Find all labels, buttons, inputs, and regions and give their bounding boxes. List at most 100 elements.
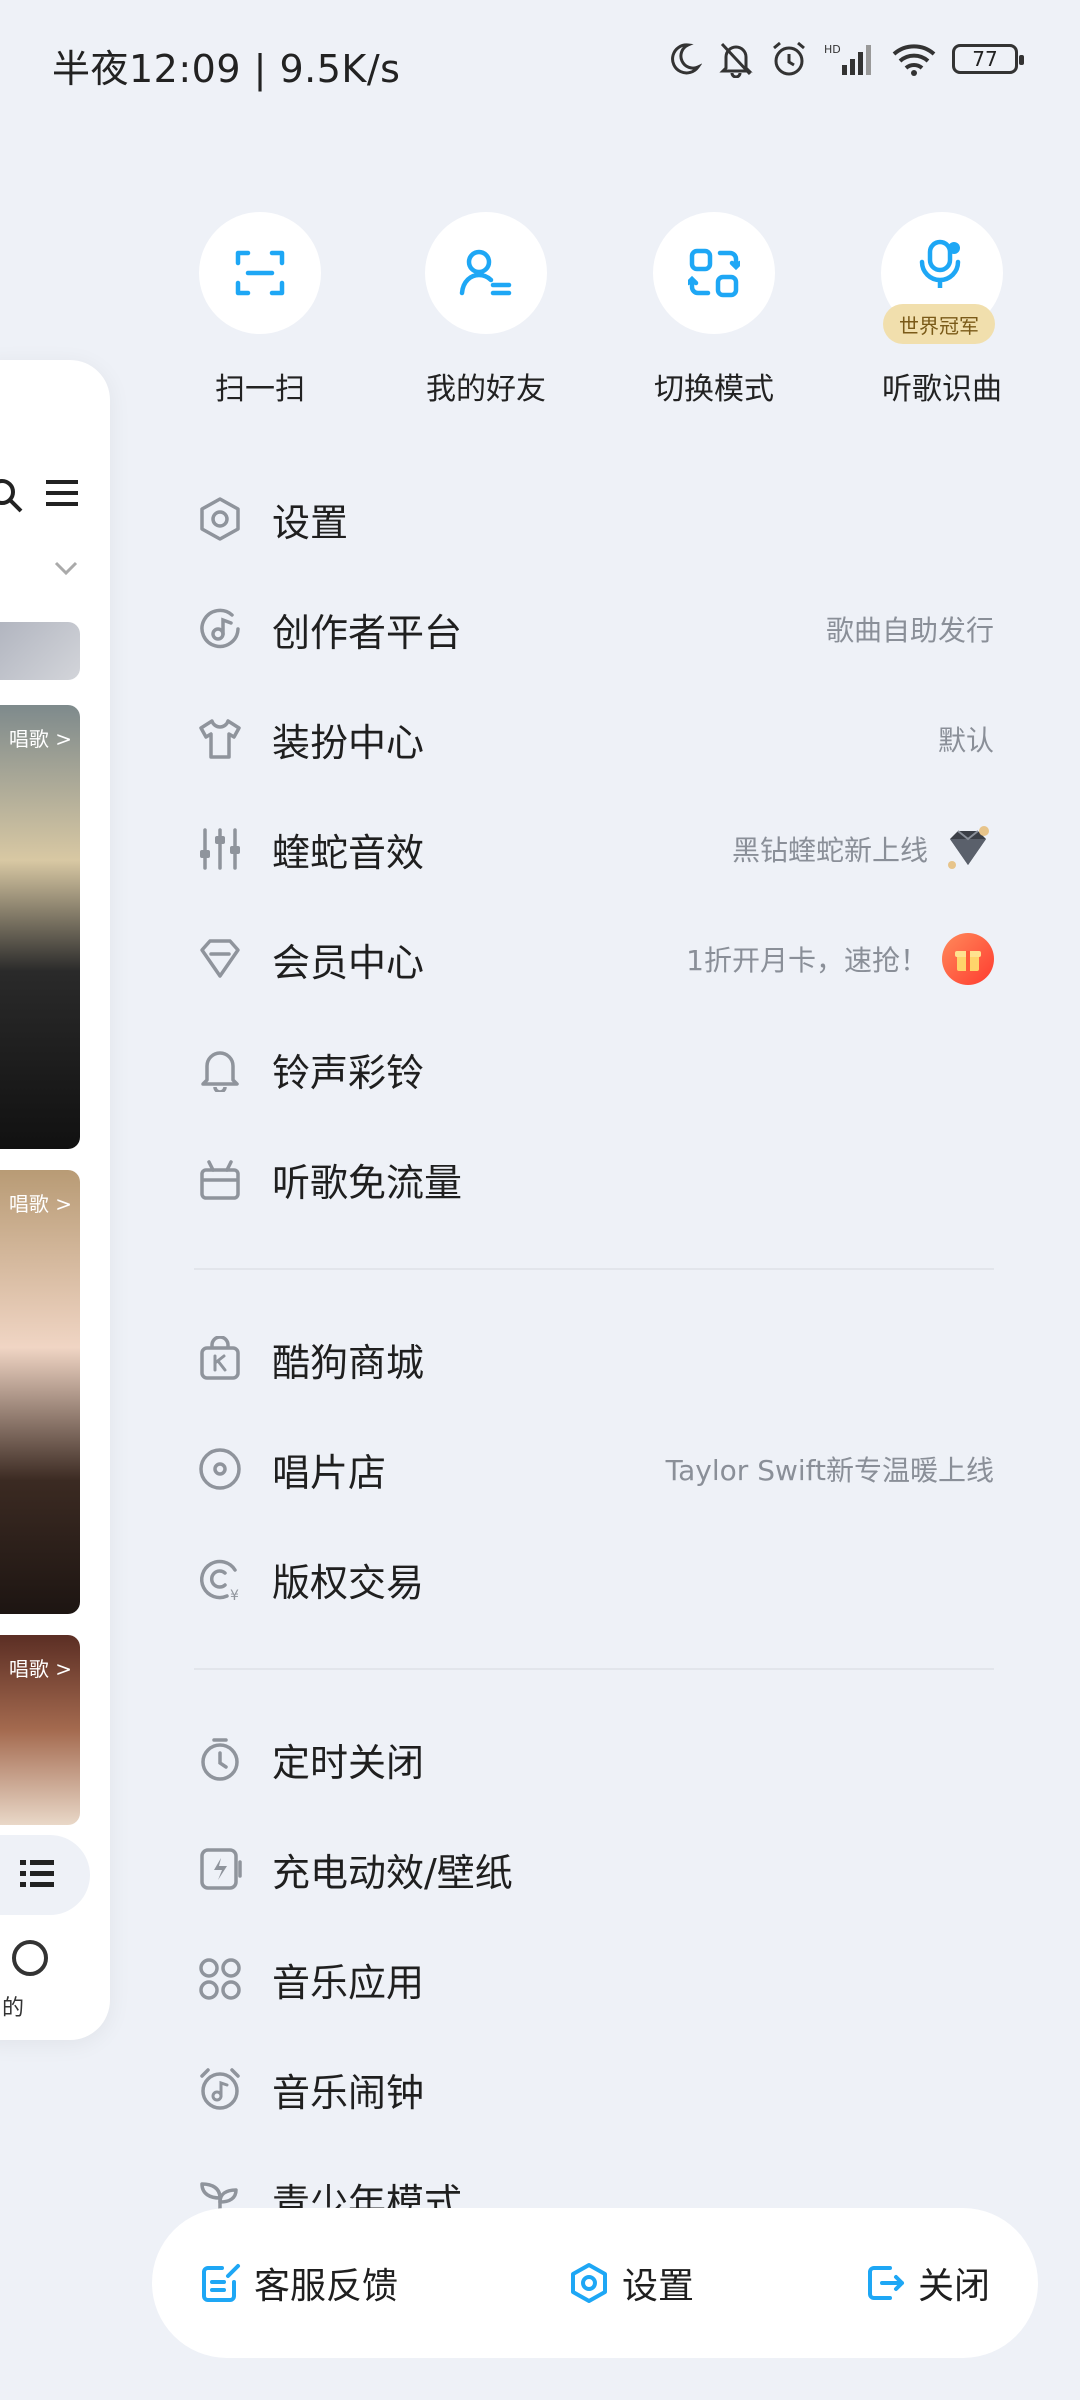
sing-tag: 唱歌 > (8, 1657, 72, 1681)
menu-item-charging-wallpaper[interactable]: 充电动效/壁纸 (194, 1814, 994, 1924)
settings-icon (200, 497, 240, 541)
status-time-speed: 半夜12:09 | 9.5K/s (52, 47, 401, 91)
menu-label: 设置 (272, 500, 349, 545)
status-bar: 半夜12:09 | 9.5K/s HD 77 (0, 0, 1080, 130)
menu-hint: 黑钻蝰蛇新上线 (731, 834, 928, 867)
menu-hint: 默认 (937, 724, 994, 757)
exit-icon (867, 2266, 904, 2300)
settings-button[interactable]: 设置 (568, 2257, 694, 2309)
menu-icon (46, 480, 78, 506)
menu-item-ringtone[interactable]: 铃声彩铃 (194, 1014, 994, 1124)
quick-action-friends[interactable]: 我的好友 (396, 212, 576, 408)
vip-diamond-icon (200, 939, 240, 978)
feedback-label: 客服反馈 (254, 2266, 399, 2307)
menu-label: 版权交易 (272, 1560, 425, 1605)
menu-item-record-store[interactable]: 唱片店 Taylor Swift新专温暖上线 (194, 1414, 994, 1524)
menu-hint: Taylor Swift新专温暖上线 (665, 1454, 994, 1487)
menu-item-vip-center[interactable]: 会员中心 1折开月卡，速抢！ (194, 904, 994, 1014)
menu-item-theme-center[interactable]: 装扮中心 默认 (194, 684, 994, 794)
bell-off-icon (719, 42, 753, 78)
creator-icon (200, 608, 240, 649)
menu-label: 听歌免流量 (272, 1160, 463, 1205)
gift-box-icon (200, 1160, 240, 1200)
bell-icon (201, 1051, 239, 1092)
menu-item-sleep-timer[interactable]: 定时关闭 (194, 1704, 994, 1814)
quick-action-label: 扫一扫 (215, 372, 305, 407)
battery-icon: 77 (952, 44, 1024, 74)
quick-action-circle[interactable] (425, 212, 547, 334)
menu-label: 充电动效/壁纸 (272, 1850, 513, 1895)
menu-label: 音乐应用 (272, 1960, 425, 2005)
menu-item-sound-effects[interactable]: 蝰蛇音效 黑钻蝰蛇新上线 (194, 794, 994, 904)
menu-label: 酷狗商城 (272, 1340, 425, 1385)
menu-item-kugou-mall[interactable]: 酷狗商城 (194, 1304, 994, 1414)
quick-action-label: 听歌识曲 (882, 372, 1002, 407)
quick-action-song-recognition[interactable]: 世界冠军 听歌识曲 (852, 212, 1032, 408)
drawer-menu: 设置 创作者平台 歌曲自助发行 装扮中心 默认 蝰蛇音效 黑钻蝰蛇新上线 会员中… (194, 464, 994, 2254)
apps-icon (199, 1958, 241, 2000)
quick-action-circle[interactable] (653, 212, 775, 334)
quick-action-label: 切换模式 (654, 372, 774, 407)
menu-label: 装扮中心 (272, 720, 425, 765)
tshirt-icon (199, 719, 241, 759)
switch-mode-icon (688, 248, 740, 298)
moon-icon (671, 43, 702, 75)
wifi-icon (892, 44, 936, 76)
menu-divider (194, 1668, 994, 1670)
chevron-down-icon (54, 561, 78, 576)
svg-text:¥: ¥ (230, 1588, 239, 1602)
quick-action-circle[interactable] (199, 212, 321, 334)
sing-tag: 唱歌 > (8, 727, 72, 751)
menu-item-free-data[interactable]: 听歌免流量 (194, 1124, 994, 1234)
search-icon (0, 479, 23, 513)
feedback-icon (202, 2264, 240, 2302)
thumbnail-image: 唱歌 > (0, 1635, 80, 1825)
sing-tag: 唱歌 > (8, 1192, 72, 1216)
quick-action-circle[interactable]: 世界冠军 (881, 212, 1003, 344)
close-label: 关闭 (917, 2266, 990, 2307)
thumbnail-image: 唱歌 > (0, 1170, 80, 1614)
menu-label: 铃声彩铃 (272, 1050, 425, 1095)
menu-label: 唱片店 (272, 1450, 387, 1495)
friend-icon (459, 249, 512, 296)
record-icon (199, 1448, 241, 1490)
thumbnail-image (0, 622, 80, 680)
quick-action-scan[interactable]: 扫一扫 (170, 212, 350, 408)
menu-hint: 1折开月卡，速抢！ (686, 944, 928, 977)
menu-item-copyright-trade[interactable]: ¥ 版权交易 (194, 1524, 994, 1634)
timer-icon (201, 1738, 239, 1781)
charging-icon (200, 1848, 242, 1890)
menu-label: 创作者平台 (272, 610, 463, 655)
quick-action-label: 我的好友 (426, 372, 546, 407)
menu-item-creator-platform[interactable]: 创作者平台 歌曲自助发行 (194, 574, 994, 684)
menu-item-music-alarm[interactable]: 音乐闹钟 (194, 2034, 994, 2144)
playlist-icon (20, 1860, 54, 1887)
screen: 半夜12:09 | 9.5K/s HD 77 唱歌 > 唱歌 > 唱歌 > 的 … (0, 0, 1080, 2400)
menu-label: 定时关闭 (272, 1740, 425, 1785)
menu-item-settings[interactable]: 设置 (194, 464, 994, 574)
background-page-preview[interactable]: 唱歌 > 唱歌 > 唱歌 > 的 (0, 360, 110, 2040)
feedback-button[interactable]: 客服反馈 (200, 2257, 398, 2309)
settings-icon (570, 2263, 607, 2303)
bottom-action-bar: 客服反馈 设置 关闭 (152, 2208, 1038, 2358)
black-diamond-icon (948, 826, 989, 869)
svg-text:HD: HD (824, 43, 841, 56)
music-alarm-icon (200, 2068, 240, 2110)
quick-action-switch-mode[interactable]: 切换模式 (624, 212, 804, 408)
menu-label: 蝰蛇音效 (272, 830, 425, 875)
nav-label: 的 (2, 1996, 25, 2021)
shop-bag-icon (200, 1336, 240, 1380)
copyright-icon: ¥ (200, 1559, 239, 1602)
signal-icon: HD (824, 43, 871, 75)
gift-promo-icon (942, 933, 994, 985)
status-icons: HD 77 (666, 40, 1024, 78)
quick-actions: 扫一扫 我的好友 切换模式 世界冠军 听歌识曲 (170, 212, 1050, 422)
profile-icon (12, 1940, 48, 1976)
menu-label: 音乐闹钟 (272, 2070, 425, 2115)
close-button[interactable]: 关闭 (864, 2257, 990, 2309)
song-recognition-icon (919, 239, 961, 288)
world-champion-badge: 世界冠军 (883, 304, 995, 344)
menu-divider (194, 1268, 994, 1270)
menu-item-music-apps[interactable]: 音乐应用 (194, 1924, 994, 2034)
menu-hint: 歌曲自助发行 (825, 614, 994, 647)
